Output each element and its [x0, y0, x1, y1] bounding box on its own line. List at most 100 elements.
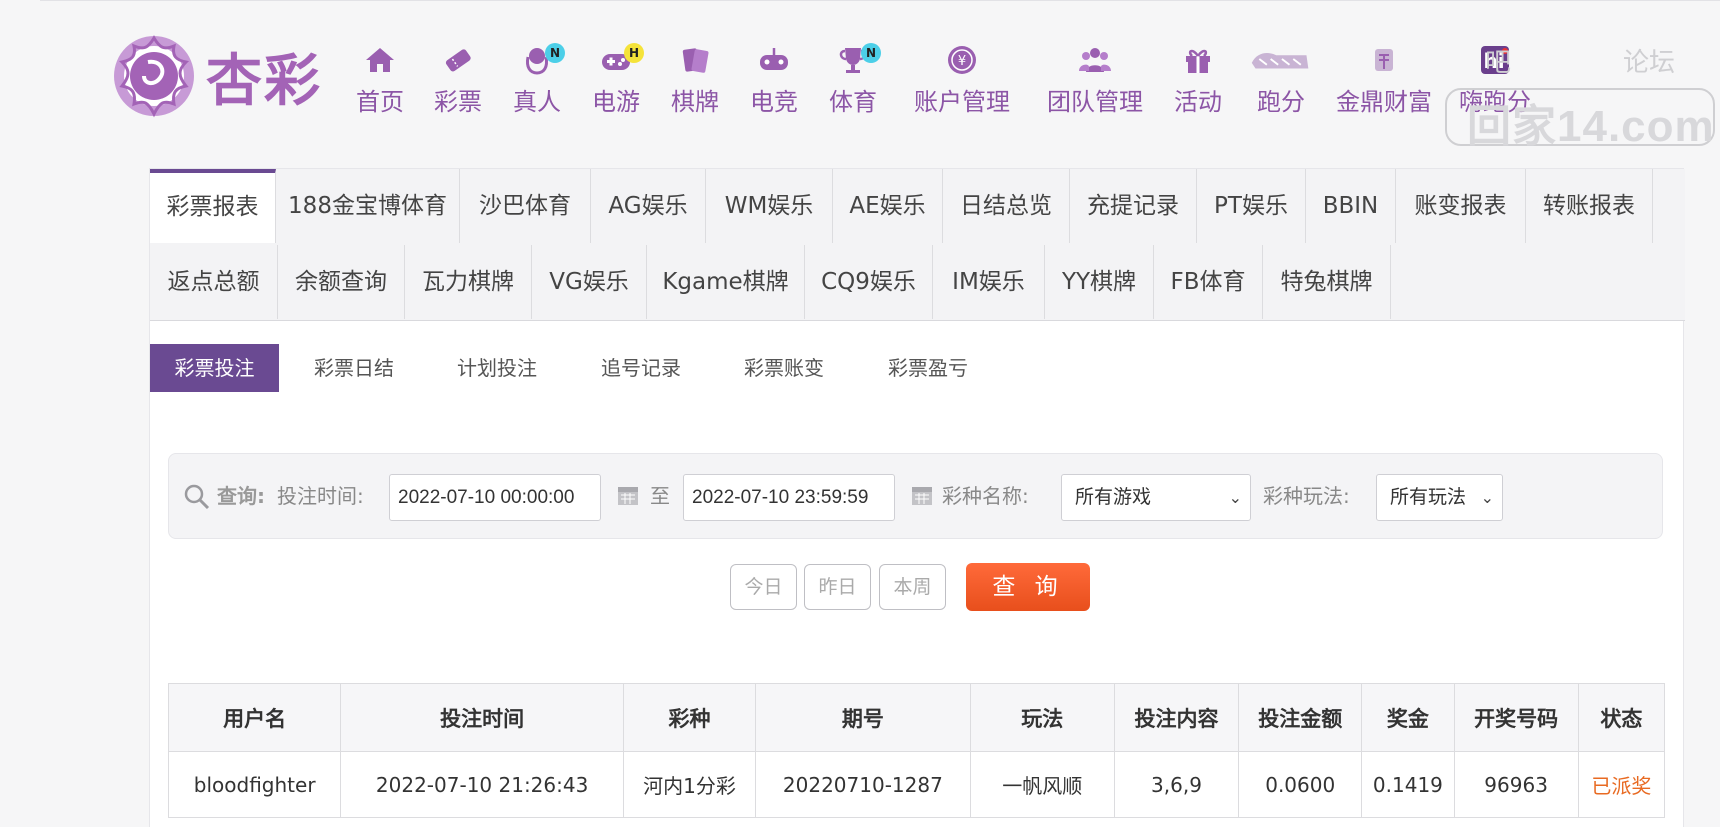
play-type-select[interactable]: 所有玩法 ⌄	[1376, 474, 1503, 521]
tab-daily-overview[interactable]: 日结总览	[943, 169, 1070, 243]
tab-pt[interactable]: PT娱乐	[1197, 169, 1306, 243]
game-name-value: 所有游戏	[1075, 486, 1152, 508]
gift-icon	[1178, 40, 1218, 80]
subtab-plan-bets[interactable]: 计划投注	[438, 344, 556, 392]
game-name-select[interactable]: 所有游戏 ⌄	[1061, 474, 1251, 521]
nav-account[interactable]: ¥ 账户管理	[892, 40, 1032, 120]
lotus-logo-icon	[114, 35, 194, 118]
nav-lottery-label: 彩票	[434, 88, 482, 116]
nav-cards-label: 棋牌	[671, 88, 719, 116]
query-submit-button[interactable]: 查 询	[966, 563, 1090, 611]
ticket-icon	[438, 40, 478, 80]
tab-lottery-report[interactable]: 彩票报表	[150, 169, 276, 243]
tab-transfer-report[interactable]: 转账报表	[1526, 169, 1653, 243]
cell-username: bloodfighter	[167, 751, 342, 818]
chevron-down-icon: ⌄	[1228, 488, 1242, 507]
tab-bbin[interactable]: BBIN	[1306, 169, 1396, 243]
today-button[interactable]: 今日	[730, 564, 797, 610]
start-time-input[interactable]: 2022-07-10 00:00:00	[389, 474, 601, 521]
tab-vg[interactable]: VG娱乐	[532, 245, 647, 319]
tab-kgame-cards[interactable]: Kgame棋牌	[647, 245, 805, 319]
subtab-lottery-profit-loss[interactable]: 彩票盈亏	[869, 344, 987, 392]
header-lottery: 彩种	[622, 683, 757, 752]
cell-play-type: 一帆风顺	[969, 751, 1115, 818]
brand-name: 杏彩	[206, 47, 322, 114]
nav-activity[interactable]: 活动	[1158, 40, 1238, 120]
nav-home[interactable]: 首页	[340, 40, 420, 120]
cell-bet-time: 2022-07-10 21:26:43	[340, 751, 624, 818]
watermark-top-right: 论坛	[1623, 48, 1676, 78]
tab-cq9[interactable]: CQ9娱乐	[805, 245, 933, 319]
nav-sports-label: 体育	[829, 88, 877, 116]
subtab-lottery-bets[interactable]: 彩票投注	[150, 344, 279, 392]
nav-team-label: 团队管理	[1047, 88, 1143, 116]
subtab-lottery-account-change[interactable]: 彩票账变	[725, 344, 843, 392]
team-icon	[1075, 40, 1115, 80]
tab-rebate-total[interactable]: 返点总额	[150, 245, 278, 319]
nav-slots[interactable]: H 电游	[576, 40, 656, 120]
tab-account-change[interactable]: 账变报表	[1396, 169, 1526, 243]
tab-im[interactable]: IM娱乐	[933, 245, 1045, 319]
cell-status: 已派奖	[1577, 751, 1666, 818]
svg-text:¥: ¥	[958, 54, 966, 69]
subtab-lottery-daily[interactable]: 彩票日结	[295, 344, 413, 392]
esports-controller-icon	[754, 40, 794, 80]
game-name-label: 彩种名称:	[942, 484, 1029, 508]
live-dealer-icon: N	[517, 40, 565, 80]
nav-esports-label: 电竞	[750, 88, 798, 116]
header-draw-number: 开奖号码	[1453, 683, 1579, 752]
brand-logo[interactable]: 杏彩	[108, 30, 338, 122]
nav-lottery[interactable]: 彩票	[418, 40, 498, 120]
chevron-down-icon: ⌄	[1480, 488, 1494, 507]
header-bet-time: 投注时间	[340, 683, 624, 752]
nav-wealth[interactable]: 金鼎财富	[1324, 40, 1444, 120]
tab-wali-cards[interactable]: 瓦力棋牌	[405, 245, 532, 319]
watermark-text: 回家14.com	[1467, 102, 1715, 151]
tab-188-sports[interactable]: 188金宝博体育	[276, 169, 460, 243]
nav-esports[interactable]: 电竞	[734, 40, 814, 120]
yesterday-button[interactable]: 昨日	[804, 564, 871, 610]
cell-draw-number: 96963	[1453, 751, 1579, 818]
nav-running-score[interactable]: 跑分	[1236, 40, 1326, 120]
tab-ag[interactable]: AG娱乐	[591, 169, 706, 243]
tab-balance-query[interactable]: 余额查询	[278, 245, 405, 319]
header-play-type: 玩法	[969, 683, 1115, 752]
tab-wm[interactable]: WM娱乐	[706, 169, 833, 243]
calendar-icon[interactable]	[911, 484, 933, 506]
bet-time-label: 投注时间:	[277, 484, 364, 508]
nav-wealth-label: 金鼎财富	[1336, 88, 1432, 116]
table-row[interactable]: bloodfighter 2022-07-10 21:26:43 河内1分彩 2…	[167, 751, 1666, 818]
watermark: 吧 论坛 回家14.com	[1445, 40, 1715, 151]
this-week-button[interactable]: 本周	[879, 564, 946, 610]
calendar-icon[interactable]	[617, 484, 639, 506]
tab-tetu-cards[interactable]: 特兔棋牌	[1263, 245, 1391, 319]
tab-yy-cards[interactable]: YY棋牌	[1045, 245, 1154, 319]
hot-badge: H	[624, 43, 644, 63]
nav-sports[interactable]: N 体育	[813, 40, 893, 120]
cards-icon	[675, 40, 715, 80]
table-header-row: 用户名 投注时间 彩种 期号 玩法 投注内容 投注金额 奖金 开奖号码 状态	[167, 683, 1666, 752]
new-badge: N	[545, 43, 565, 63]
nav-cards[interactable]: 棋牌	[655, 40, 735, 120]
tab-deposit-withdraw[interactable]: 充提记录	[1070, 169, 1197, 243]
cell-bet-content: 3,6,9	[1113, 751, 1240, 818]
report-card: 彩票报表 188金宝博体育 沙巴体育 AG娱乐 WM娱乐 AE娱乐 日结总览 充…	[149, 168, 1685, 827]
trophy-icon: N	[833, 40, 881, 80]
tab-ae[interactable]: AE娱乐	[833, 169, 943, 243]
watermark-top-left: 吧	[1485, 48, 1512, 78]
nav-running-score-label: 跑分	[1257, 88, 1305, 116]
nav-home-label: 首页	[356, 88, 404, 116]
tab-fb-sports[interactable]: FB体育	[1154, 245, 1263, 319]
end-time-input[interactable]: 2022-07-10 23:59:59	[683, 474, 895, 521]
play-type-label: 彩种玩法:	[1263, 484, 1350, 508]
search-icon	[183, 483, 211, 511]
nav-live[interactable]: N 真人	[497, 40, 577, 120]
subtab-chase-records[interactable]: 追号记录	[582, 344, 700, 392]
nav-activity-label: 活动	[1174, 88, 1222, 116]
nav-slots-label: 电游	[592, 88, 640, 116]
running-score-icon	[1246, 40, 1316, 80]
tab-saba-sports[interactable]: 沙巴体育	[460, 169, 591, 243]
nav-team[interactable]: 团队管理	[1030, 40, 1160, 120]
home-icon	[360, 40, 400, 80]
query-filter-bar: 查询: 投注时间: 2022-07-10 00:00:00 至 2022-07-…	[168, 453, 1663, 539]
